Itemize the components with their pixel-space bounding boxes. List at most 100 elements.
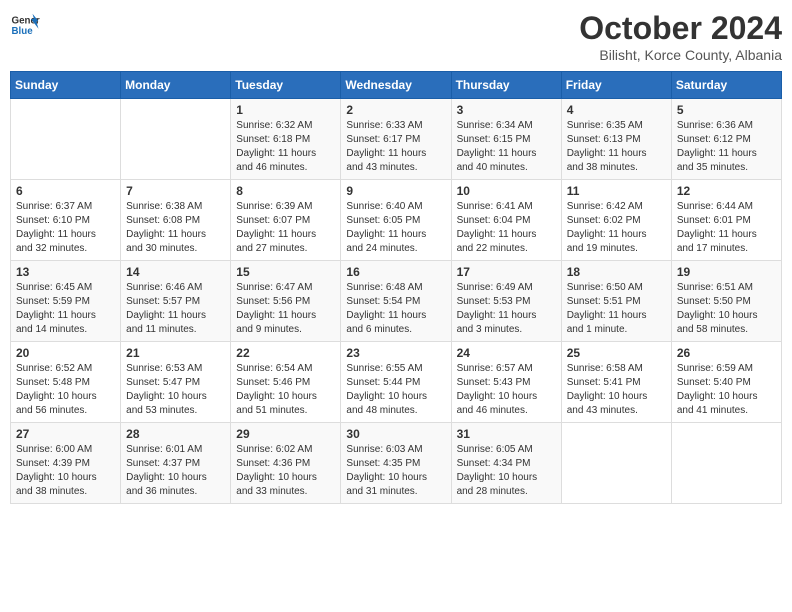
day-cell: 3 Sunrise: 6:34 AMSunset: 6:15 PMDaylight…	[451, 99, 561, 180]
day-details: Sunrise: 6:00 AMSunset: 4:39 PMDaylight:…	[16, 443, 115, 499]
day-details: Sunrise: 6:46 AMSunset: 5:57 PMDaylight:…	[126, 281, 225, 337]
day-cell: 22 Sunrise: 6:54 AMSunset: 5:46 PMDayligh…	[231, 342, 341, 423]
logo-icon: General Blue	[10, 10, 40, 40]
day-number: 3	[457, 103, 556, 117]
day-number: 13	[16, 265, 115, 279]
day-details: Sunrise: 6:54 AMSunset: 5:46 PMDaylight:…	[236, 362, 335, 418]
day-cell: 24Sunrise: 6:57 AMSunset: 5:43 PMDayligh…	[451, 342, 561, 423]
week-row-4: 20 Sunrise: 6:52 AMSunset: 5:48 PMDayligh…	[11, 342, 782, 423]
day-cell	[671, 423, 781, 504]
day-number: 17	[457, 265, 556, 279]
day-number: 8	[236, 184, 335, 198]
logo: General Blue	[10, 10, 40, 40]
day-cell: 6 Sunrise: 6:37 AMSunset: 6:10 PMDaylight…	[11, 180, 121, 261]
day-cell: 2Sunrise: 6:33 AMSunset: 6:17 PMDaylight…	[341, 99, 451, 180]
week-row-3: 13 Sunrise: 6:45 AMSunset: 5:59 PMDayligh…	[11, 261, 782, 342]
day-details: Sunrise: 6:03 AMSunset: 4:35 PMDaylight:…	[346, 443, 445, 499]
day-details: Sunrise: 6:42 AMSunset: 6:02 PMDaylight:…	[567, 200, 666, 256]
day-cell: 16 Sunrise: 6:48 AMSunset: 5:54 PMDayligh…	[341, 261, 451, 342]
page-header: General Blue October 2024 Bilisht, Korce…	[10, 10, 782, 63]
col-sunday: Sunday	[11, 72, 121, 99]
day-details: Sunrise: 6:33 AMSunset: 6:17 PMDaylight:…	[346, 119, 445, 175]
day-details: Sunrise: 6:34 AMSunset: 6:15 PMDaylight:…	[457, 119, 556, 175]
day-number: 22	[236, 346, 335, 360]
day-number: 28	[126, 427, 225, 441]
day-number: 30	[346, 427, 445, 441]
day-details: Sunrise: 6:01 AMSunset: 4:37 PMDaylight:…	[126, 443, 225, 499]
day-cell	[561, 423, 671, 504]
week-row-5: 27 Sunrise: 6:00 AMSunset: 4:39 PMDayligh…	[11, 423, 782, 504]
calendar-subtitle: Bilisht, Korce County, Albania	[579, 47, 782, 63]
day-cell: 30 Sunrise: 6:03 AMSunset: 4:35 PMDayligh…	[341, 423, 451, 504]
day-cell: 4Sunrise: 6:35 AMSunset: 6:13 PMDaylight…	[561, 99, 671, 180]
day-number: 6	[16, 184, 115, 198]
day-cell: 14 Sunrise: 6:46 AMSunset: 5:57 PMDayligh…	[121, 261, 231, 342]
day-cell: 9Sunrise: 6:40 AMSunset: 6:05 PMDaylight…	[341, 180, 451, 261]
title-area: October 2024 Bilisht, Korce County, Alba…	[579, 10, 782, 63]
day-cell: 18 Sunrise: 6:50 AMSunset: 5:51 PMDayligh…	[561, 261, 671, 342]
day-details: Sunrise: 6:55 AMSunset: 5:44 PMDaylight:…	[346, 362, 445, 418]
day-details: Sunrise: 6:39 AMSunset: 6:07 PMDaylight:…	[236, 200, 335, 256]
col-friday: Friday	[561, 72, 671, 99]
col-saturday: Saturday	[671, 72, 781, 99]
day-cell: 31 Sunrise: 6:05 AMSunset: 4:34 PMDayligh…	[451, 423, 561, 504]
day-cell: 25 Sunrise: 6:58 AMSunset: 5:41 PMDayligh…	[561, 342, 671, 423]
day-number: 31	[457, 427, 556, 441]
day-number: 23	[346, 346, 445, 360]
day-details: Sunrise: 6:36 AMSunset: 6:12 PMDaylight:…	[677, 119, 776, 175]
day-cell: 28 Sunrise: 6:01 AMSunset: 4:37 PMDayligh…	[121, 423, 231, 504]
day-details: Sunrise: 6:52 AMSunset: 5:48 PMDaylight:…	[16, 362, 115, 418]
day-cell: 17 Sunrise: 6:49 AMSunset: 5:53 PMDayligh…	[451, 261, 561, 342]
day-number: 27	[16, 427, 115, 441]
day-number: 18	[567, 265, 666, 279]
day-details: Sunrise: 6:02 AMSunset: 4:36 PMDaylight:…	[236, 443, 335, 499]
day-cell: 13 Sunrise: 6:45 AMSunset: 5:59 PMDayligh…	[11, 261, 121, 342]
day-number: 20	[16, 346, 115, 360]
day-cell: 10Sunrise: 6:41 AMSunset: 6:04 PMDayligh…	[451, 180, 561, 261]
day-cell: 27 Sunrise: 6:00 AMSunset: 4:39 PMDayligh…	[11, 423, 121, 504]
day-details: Sunrise: 6:59 AMSunset: 5:40 PMDaylight:…	[677, 362, 776, 418]
day-cell: 21Sunrise: 6:53 AMSunset: 5:47 PMDayligh…	[121, 342, 231, 423]
day-details: Sunrise: 6:47 AMSunset: 5:56 PMDaylight:…	[236, 281, 335, 337]
day-cell	[121, 99, 231, 180]
day-details: Sunrise: 6:44 AMSunset: 6:01 PMDaylight:…	[677, 200, 776, 256]
day-number: 26	[677, 346, 776, 360]
col-thursday: Thursday	[451, 72, 561, 99]
day-number: 15	[236, 265, 335, 279]
day-number: 9	[346, 184, 445, 198]
day-number: 25	[567, 346, 666, 360]
day-number: 14	[126, 265, 225, 279]
day-details: Sunrise: 6:53 AMSunset: 5:47 PMDaylight:…	[126, 362, 225, 418]
day-number: 12	[677, 184, 776, 198]
day-details: Sunrise: 6:38 AMSunset: 6:08 PMDaylight:…	[126, 200, 225, 256]
col-monday: Monday	[121, 72, 231, 99]
day-details: Sunrise: 6:37 AMSunset: 6:10 PMDaylight:…	[16, 200, 115, 256]
day-number: 19	[677, 265, 776, 279]
day-cell: 26 Sunrise: 6:59 AMSunset: 5:40 PMDayligh…	[671, 342, 781, 423]
day-cell: 8 Sunrise: 6:39 AMSunset: 6:07 PMDaylight…	[231, 180, 341, 261]
day-details: Sunrise: 6:05 AMSunset: 4:34 PMDaylight:…	[457, 443, 556, 499]
col-wednesday: Wednesday	[341, 72, 451, 99]
day-number: 10	[457, 184, 556, 198]
day-cell: 19Sunrise: 6:51 AMSunset: 5:50 PMDayligh…	[671, 261, 781, 342]
day-cell: 1Sunrise: 6:32 AMSunset: 6:18 PMDaylight…	[231, 99, 341, 180]
day-details: Sunrise: 6:58 AMSunset: 5:41 PMDaylight:…	[567, 362, 666, 418]
day-number: 24	[457, 346, 556, 360]
day-number: 1	[236, 103, 335, 117]
day-cell: 12 Sunrise: 6:44 AMSunset: 6:01 PMDayligh…	[671, 180, 781, 261]
day-details: Sunrise: 6:45 AMSunset: 5:59 PMDaylight:…	[16, 281, 115, 337]
day-details: Sunrise: 6:50 AMSunset: 5:51 PMDaylight:…	[567, 281, 666, 337]
day-details: Sunrise: 6:49 AMSunset: 5:53 PMDaylight:…	[457, 281, 556, 337]
day-details: Sunrise: 6:48 AMSunset: 5:54 PMDaylight:…	[346, 281, 445, 337]
day-cell: 7 Sunrise: 6:38 AMSunset: 6:08 PMDaylight…	[121, 180, 231, 261]
day-cell: 20 Sunrise: 6:52 AMSunset: 5:48 PMDayligh…	[11, 342, 121, 423]
day-number: 7	[126, 184, 225, 198]
calendar-title: October 2024	[579, 10, 782, 47]
calendar-table: Sunday Monday Tuesday Wednesday Thursday…	[10, 71, 782, 504]
day-number: 16	[346, 265, 445, 279]
day-cell	[11, 99, 121, 180]
day-number: 4	[567, 103, 666, 117]
day-cell: 15 Sunrise: 6:47 AMSunset: 5:56 PMDayligh…	[231, 261, 341, 342]
day-cell: 5Sunrise: 6:36 AMSunset: 6:12 PMDaylight…	[671, 99, 781, 180]
day-cell: 23 Sunrise: 6:55 AMSunset: 5:44 PMDayligh…	[341, 342, 451, 423]
